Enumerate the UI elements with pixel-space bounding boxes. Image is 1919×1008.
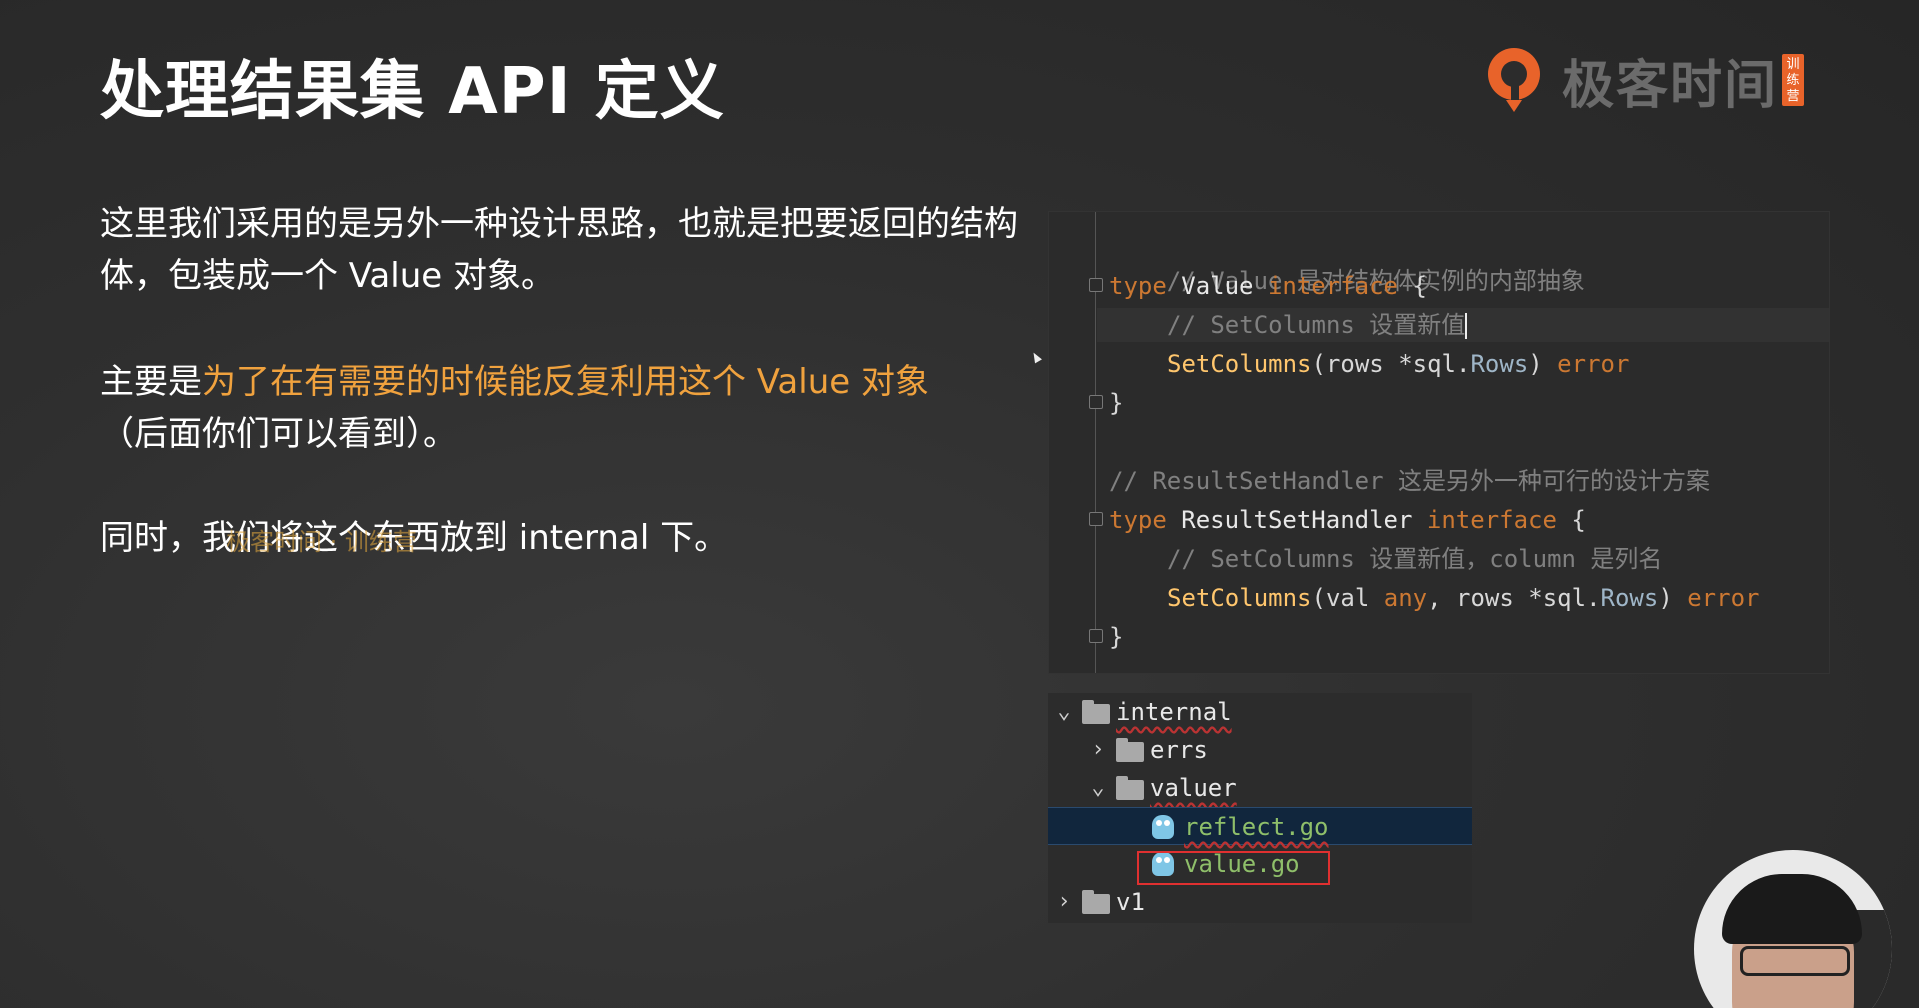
- tree-label-v1: v1: [1116, 888, 1145, 916]
- code-keyword: error: [1557, 350, 1630, 378]
- code-line-3: // SetColumns 设置新值: [1097, 308, 1829, 342]
- code-paren: ): [1658, 584, 1688, 612]
- code-line-5: }: [1109, 386, 1123, 420]
- mouse-cursor-icon: [1030, 350, 1042, 364]
- highlight-box: [1137, 851, 1330, 885]
- code-keyword: type: [1109, 272, 1167, 300]
- code-type: Rows: [1470, 350, 1529, 378]
- code-keyword: any: [1383, 584, 1428, 612]
- tree-item-v1[interactable]: › v1: [1048, 883, 1472, 921]
- code-paren: ): [1528, 350, 1558, 378]
- tree-item-valuer[interactable]: ⌄ valuer: [1048, 769, 1472, 807]
- go-file-icon: [1152, 815, 1174, 839]
- geektime-logo-icon: [1484, 44, 1548, 116]
- chevron-down-icon[interactable]: ⌄: [1054, 693, 1074, 731]
- brand-name: 极客时间: [1562, 55, 1779, 116]
- code-type: Rows: [1600, 584, 1659, 612]
- code-line-9: SetColumns(val any, rows *sql.Rows) erro…: [1109, 581, 1759, 615]
- watermark-overlay: 极客时间 · 训练营: [226, 528, 417, 556]
- code-line-6: // ResultSetHandler 这是另外一种可行的设计方案: [1109, 464, 1710, 498]
- code-comment: // ResultSetHandler 这是另外一种可行的设计方案: [1109, 467, 1710, 495]
- presenter-webcam: [1694, 850, 1892, 1008]
- code-comment: // SetColumns 设置新值: [1167, 311, 1466, 339]
- code-line-1: // Value 是对结构体实例的内部抽象: [1109, 230, 1585, 295]
- presenter-hair: [1722, 874, 1862, 944]
- tree-label-valuer: valuer: [1150, 774, 1237, 802]
- folder-icon: [1082, 890, 1110, 914]
- code-editor-panel[interactable]: // Value 是对结构体实例的内部抽象 type Value interfa…: [1048, 211, 1830, 674]
- folder-icon: [1082, 700, 1110, 724]
- tree-label-internal: internal: [1116, 698, 1232, 726]
- chevron-right-icon[interactable]: ›: [1054, 883, 1074, 921]
- tree-item-internal[interactable]: ⌄ internal: [1048, 693, 1472, 731]
- text-caret: [1465, 313, 1468, 339]
- code-keyword: type: [1109, 506, 1167, 534]
- paragraph-prefix: 主要是: [100, 362, 202, 402]
- project-file-tree[interactable]: ⌄ internal › errs ⌄ valuer reflect.go va…: [1048, 693, 1472, 923]
- code-method-name: SetColumns: [1167, 584, 1312, 612]
- tree-item-reflect-go[interactable]: reflect.go: [1048, 807, 1472, 845]
- code-comment: // SetColumns 设置新值，column 是列名: [1167, 545, 1663, 573]
- tree-label-reflect-go: reflect.go: [1184, 813, 1329, 841]
- fold-marker-icon[interactable]: [1089, 395, 1103, 409]
- paragraph-design-approach: 这里我们采用的是另外一种设计思路，也就是把要返回的结构体，包装成一个 Value…: [100, 204, 1018, 296]
- brand-tag: 训练营: [1782, 54, 1805, 106]
- tree-item-errs[interactable]: › errs: [1048, 731, 1472, 769]
- code-type-name: ResultSetHandler: [1166, 506, 1427, 534]
- code-dot: .: [1586, 584, 1601, 612]
- paragraph-suffix: （后面你们可以看到）。: [100, 414, 457, 454]
- fold-marker-icon[interactable]: [1089, 278, 1103, 292]
- code-line-8: // SetColumns 设置新值，column 是列名: [1109, 542, 1662, 576]
- code-params: , rows *: [1427, 584, 1543, 612]
- code-keyword: error: [1687, 584, 1760, 612]
- fold-marker-icon[interactable]: [1089, 512, 1103, 526]
- paragraph-highlight: 为了在有需要的时候能反复利用这个 Value 对象: [202, 362, 929, 402]
- code-type-name: Value: [1166, 272, 1268, 300]
- chevron-down-icon[interactable]: ⌄: [1088, 769, 1108, 807]
- code-package: sql: [1412, 350, 1457, 378]
- fold-marker-icon[interactable]: [1089, 629, 1103, 643]
- code-params: (rows *: [1311, 350, 1413, 378]
- brand-logo-group: 极客时间 训练营: [1484, 40, 1834, 120]
- code-package: sql: [1542, 584, 1587, 612]
- code-brace: }: [1109, 623, 1124, 651]
- chevron-right-icon[interactable]: ›: [1088, 731, 1108, 769]
- presenter-glasses: [1740, 946, 1850, 976]
- code-keyword: interface: [1426, 506, 1557, 534]
- code-params: (val: [1311, 584, 1384, 612]
- code-brace: {: [1398, 272, 1427, 300]
- code-line-7: type ResultSetHandler interface {: [1109, 503, 1586, 537]
- code-keyword: interface: [1267, 272, 1398, 300]
- slide-title: 处理结果集 API 定义: [100, 55, 725, 129]
- code-method-name: SetColumns: [1167, 350, 1312, 378]
- code-dot: .: [1456, 350, 1471, 378]
- folder-icon: [1116, 738, 1144, 762]
- code-brace: {: [1556, 506, 1586, 534]
- tree-label-errs: errs: [1150, 736, 1208, 764]
- code-line-2: type Value interface {: [1109, 269, 1427, 303]
- code-line-4: SetColumns(rows *sql.Rows) error: [1109, 347, 1629, 381]
- paragraph-reuse-value: 主要是为了在有需要的时候能反复利用这个 Value 对象 （后面你们可以看到）。: [100, 356, 1020, 460]
- code-line-10: }: [1109, 620, 1123, 654]
- code-brace: }: [1109, 389, 1124, 417]
- folder-icon: [1116, 776, 1144, 800]
